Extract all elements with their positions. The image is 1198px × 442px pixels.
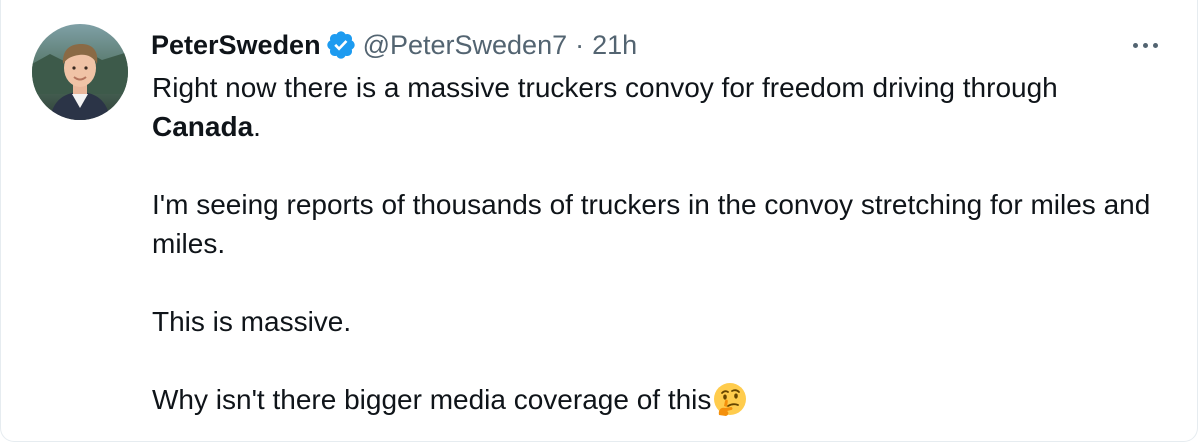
verified-badge-icon [325,29,357,61]
more-dot [1142,42,1148,48]
tweet-paragraph-3: This is massive. [152,306,352,337]
thinking-face-emoji [712,381,748,417]
display-name[interactable]: PeterSweden [151,30,321,61]
tweet-card[interactable]: PeterSweden @PeterSweden7 · 21h Right no… [0,0,1198,442]
timestamp[interactable]: 21h [592,30,637,61]
separator-dot: · [575,29,585,60]
hashtag-canada: Canada [152,111,254,142]
avatar[interactable] [32,24,128,120]
more-dot [1132,42,1138,48]
tweet-header: PeterSweden @PeterSweden7 · 21h [151,26,637,64]
tweet-paragraph-1: Right now there is a massive truckers co… [152,68,1152,146]
tweet-text-run: . [253,111,261,142]
tweet-text-run: Why isn't there bigger media coverage of… [152,384,712,415]
tweet-text: Right now there is a massive truckers co… [152,68,1152,419]
more-dot [1152,42,1158,48]
tweet-text-run: Right now there is a massive truckers co… [152,72,1058,103]
more-horizontal-icon[interactable] [1125,30,1165,60]
user-handle[interactable]: @PeterSweden7 [363,30,568,61]
tweet-paragraph-4: Why isn't there bigger media coverage of… [152,380,1152,419]
tweet-paragraph-2: I'm seeing reports of thousands of truck… [152,189,1151,259]
